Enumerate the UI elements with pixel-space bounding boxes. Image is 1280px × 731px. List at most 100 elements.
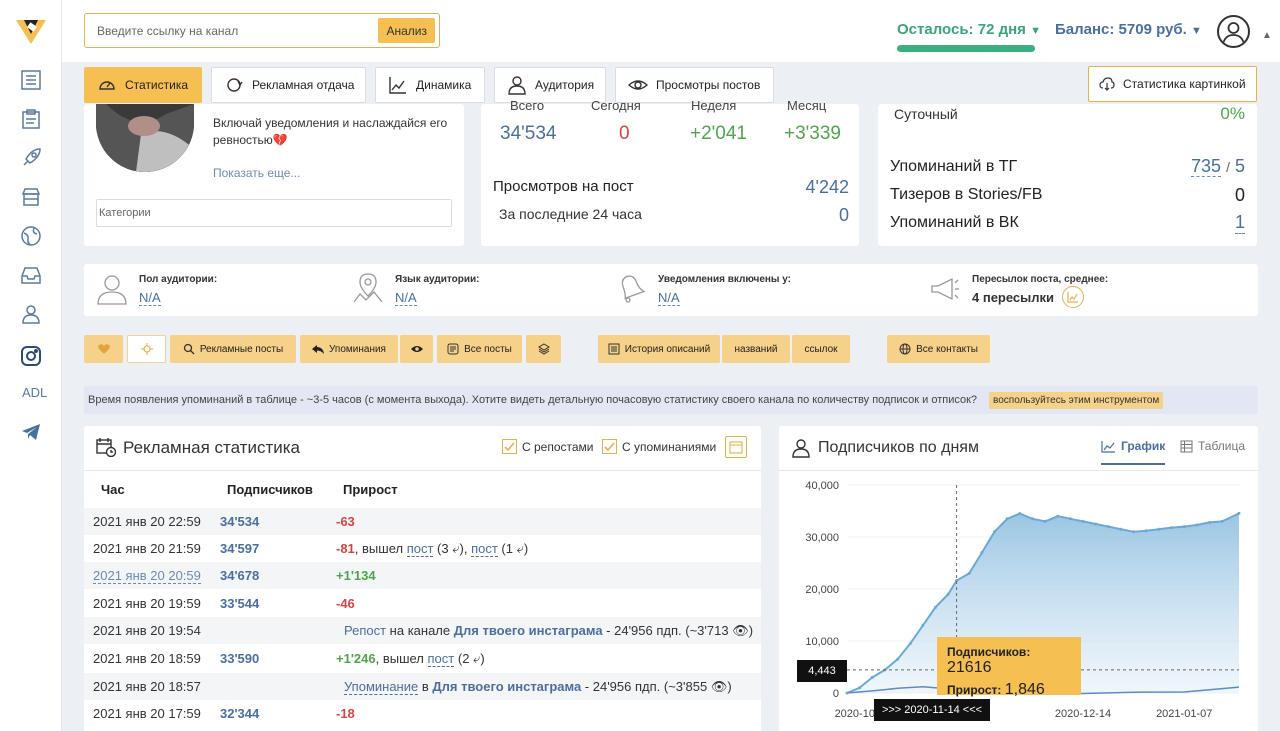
subscribers-point[interactable] [1068,517,1072,521]
stats-image-label: Статистика картинкой [1123,77,1246,91]
mention-link[interactable]: Упоминание [344,678,419,695]
virus-button[interactable] [127,335,166,363]
users-icon[interactable] [20,303,42,325]
row-subs[interactable]: 32'344 [220,706,259,721]
tg-mentions-value[interactable]: 735 / 5 [1191,156,1245,177]
mentions-eye-button[interactable] [400,335,433,363]
mentions-button[interactable]: Упоминания [300,335,398,363]
vk-mentions-value[interactable]: 1 [1234,212,1245,234]
tab-dynamics[interactable]: Динамика [375,67,485,103]
hourly-tool-button[interactable]: воспользуйтесь этим инструментом [989,391,1164,409]
subscribers-point[interactable] [1094,522,1098,526]
with-reposts-label: С репостами [522,439,594,454]
subscribers-point[interactable] [1132,530,1136,534]
ad-posts-button[interactable]: Рекламные посты [170,335,296,363]
row-subs[interactable]: 34'534 [220,514,259,529]
subscribers-point[interactable] [908,642,912,646]
subscribers-point[interactable] [896,657,900,661]
tab-table[interactable]: Таблица [1180,439,1245,453]
forwards-chart-icon[interactable] [1062,286,1084,308]
repost-link[interactable]: Репост [344,623,386,638]
subscribers-point[interactable] [1005,517,1009,521]
row-subs[interactable]: 33'590 [220,651,259,666]
row-time-link[interactable]: 2021 янв 20 20:59 [93,568,201,584]
post-link[interactable]: пост [471,540,498,557]
list-icon[interactable] [20,69,42,91]
subscribers-point[interactable] [1106,525,1110,529]
with-mentions-checkbox[interactable]: С упоминаниями [602,439,716,454]
names-history-button[interactable]: названий [722,335,790,363]
subscribers-point[interactable] [1220,519,1224,523]
subscribers-point[interactable] [1207,520,1211,524]
show-more-link[interactable]: Показать еще... [213,166,300,180]
gender-value[interactable]: N/A [139,290,161,306]
subscribers-point[interactable] [1018,512,1022,516]
categories-input[interactable]: Категории [96,199,452,227]
subscribers-point[interactable] [1119,527,1123,531]
subscribers-point[interactable] [1157,527,1161,531]
subscribers-point[interactable] [967,571,971,575]
subscribers-point[interactable] [1144,529,1148,533]
all-posts-button[interactable]: Все посты [437,335,522,363]
scroll-up-icon[interactable]: ▲ [1262,30,1272,41]
inbox-icon[interactable] [20,264,42,286]
table-row: 2021 янв 20 18:59 33'590 +1'246, вышел п… [84,645,761,672]
stats-image-button[interactable]: Статистика картинкой [1088,66,1257,102]
links-history-button[interactable]: ссылок [792,335,850,363]
row-subs[interactable]: 34'597 [220,541,259,556]
analyze-button[interactable]: Анализ [378,18,435,43]
globe-icon[interactable] [20,225,42,247]
notifications-value[interactable]: N/A [658,290,680,306]
calendar-button[interactable] [725,436,747,458]
subscribers-point[interactable] [1170,526,1174,530]
channel-link[interactable]: Для твоего инстаграма [432,679,581,694]
subscribers-point[interactable] [845,691,849,695]
tab-chart[interactable]: График [1101,439,1166,465]
channel-avatar[interactable] [96,104,194,172]
rocket-icon[interactable] [20,147,42,169]
layers-button[interactable] [526,335,561,363]
language-value[interactable]: N/A [395,290,417,306]
total-subscribers: 34'534 [500,123,557,144]
row-subs[interactable]: 33'544 [220,596,259,611]
all-contacts-button[interactable]: Все контакты [887,335,990,363]
views-per-post-label: Просмотров на пост [493,178,634,195]
subscribers-point[interactable] [1195,523,1199,527]
subscribers-point[interactable] [1056,514,1060,518]
checkbox-checked-icon [602,439,617,454]
subscribers-point[interactable] [870,675,874,679]
channel-link[interactable]: Для твоего инстаграма [454,623,603,638]
subscribers-point[interactable] [980,551,984,555]
post-link[interactable]: пост [427,650,455,667]
channel-link-input[interactable] [91,18,381,43]
adl-link[interactable]: ADL [22,385,47,400]
clipboard-icon[interactable] [20,108,42,130]
telegram-icon[interactable] [20,421,42,443]
subscribers-point[interactable] [921,623,925,627]
remaining-days[interactable]: Осталось: 72 дня ▼ [897,21,1041,38]
user-avatar-icon[interactable] [1217,15,1250,48]
logo-icon[interactable] [14,14,48,48]
subscribers-point[interactable] [946,592,950,596]
subscribers-point[interactable] [1237,511,1241,515]
row-subs[interactable]: 34'678 [220,568,259,583]
balance-dropdown[interactable]: Баланс: 5709 руб. ▼ [1055,21,1202,38]
store-icon[interactable] [20,186,42,208]
with-reposts-checkbox[interactable]: С репостами [502,439,594,454]
subscribers-point[interactable] [1030,517,1034,521]
post-link[interactable]: пост [406,540,434,557]
favorites-button[interactable] [84,335,123,363]
instagram-icon[interactable] [20,345,42,367]
subscribers-point[interactable] [858,686,862,690]
tab-statistics[interactable]: Статистика [84,67,202,103]
row-time: 2021 янв 20 22:59 [93,514,201,529]
subscribers-point[interactable] [1182,525,1186,529]
subscribers-point[interactable] [1081,519,1085,523]
subscribers-point[interactable] [993,530,997,534]
map-pin-icon [352,272,384,309]
subscribers-point[interactable] [1043,519,1047,523]
chart-title: Подписчиков по дням [818,439,979,456]
subscribers-point[interactable] [934,605,938,609]
tab-ad-return[interactable]: Рекламная отдача [211,67,366,103]
description-history-button[interactable]: История описаний [598,335,720,363]
